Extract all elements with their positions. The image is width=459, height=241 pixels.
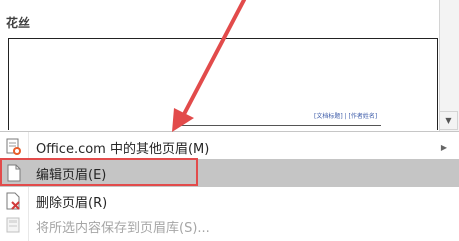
menu-item-label: 编辑页眉(E) bbox=[36, 167, 107, 183]
menu-item-save-to-gallery: 将所选内容保存到页眉库(S)... bbox=[0, 213, 459, 239]
menu-item-edit-header[interactable]: 编辑页眉(E) bbox=[0, 159, 459, 187]
submenu-arrow-icon: ▶ bbox=[440, 142, 447, 152]
delete-page-icon bbox=[6, 192, 22, 210]
scroll-down-button[interactable]: ▼ bbox=[439, 111, 458, 130]
header-context-menu: Office.com 中的其他页眉(M) ▶ 编辑页眉(E) 删除页眉(R) 将… bbox=[0, 131, 459, 241]
header-preview-thumbnail[interactable]: [文档标题] | [作者姓名] bbox=[8, 38, 438, 130]
header-gallery: 花丝 [文档标题] | [作者姓名] ▼ bbox=[0, 0, 459, 132]
triangle-down-icon: ▼ bbox=[445, 116, 452, 125]
office-doc-icon bbox=[6, 138, 22, 156]
save-selection-icon bbox=[6, 217, 22, 235]
menu-item-label: 将所选内容保存到页眉库(S)... bbox=[36, 220, 210, 236]
header-placeholder-text: [文档标题] | [作者姓名] bbox=[314, 113, 378, 120]
menu-item-label: 删除页眉(R) bbox=[36, 195, 108, 211]
gallery-section-label: 花丝 bbox=[6, 16, 31, 30]
menu-item-label: Office.com 中的其他页眉(M) bbox=[36, 141, 210, 157]
menu-item-delete-header[interactable]: 删除页眉(R) bbox=[0, 188, 459, 214]
header-divider-line bbox=[177, 125, 381, 126]
blank-page-icon bbox=[6, 164, 22, 182]
menu-item-more-headers-office[interactable]: Office.com 中的其他页眉(M) ▶ bbox=[0, 134, 459, 160]
